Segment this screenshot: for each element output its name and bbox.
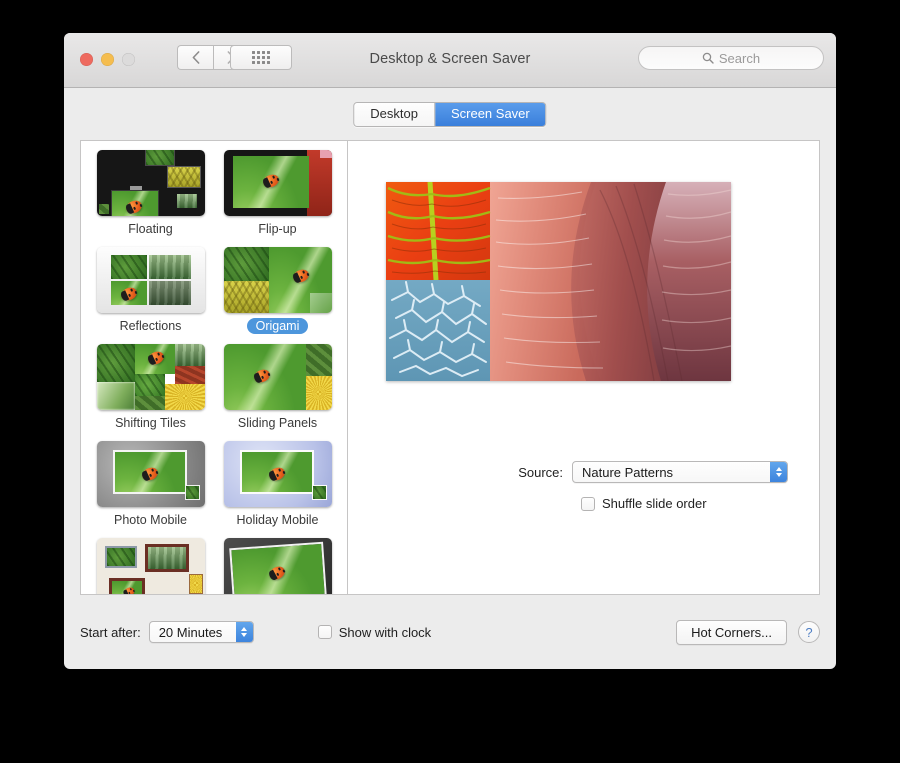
stepper-icon[interactable] bbox=[770, 462, 787, 482]
saver-label: Reflections bbox=[119, 319, 182, 333]
shuffle-row: Shuffle slide order bbox=[348, 496, 819, 511]
saver-thumbnail bbox=[96, 538, 205, 594]
saver-thumbnail bbox=[223, 441, 332, 507]
show-clock-group: Show with clock bbox=[317, 624, 432, 640]
tab-bar: Desktop Screen Saver bbox=[64, 88, 836, 135]
saver-item-holiday-mobile[interactable]: Holiday Mobile bbox=[214, 441, 341, 528]
saver-thumbnail bbox=[223, 150, 332, 216]
source-row: Source: Nature Patterns bbox=[348, 461, 819, 483]
saver-thumbnail bbox=[96, 441, 205, 507]
saver-thumbnail bbox=[96, 344, 205, 410]
saver-item-floating[interactable]: Floating bbox=[87, 150, 214, 237]
saver-thumbnail bbox=[223, 538, 332, 594]
source-value: Nature Patterns bbox=[582, 464, 674, 480]
search-field[interactable]: Search bbox=[638, 46, 824, 70]
screen-saver-list[interactable]: Floating Flip-up Reflections Origami Shi… bbox=[81, 141, 348, 594]
source-popup-button[interactable]: Nature Patterns bbox=[572, 461, 788, 483]
saver-item-sliding-panels[interactable]: Sliding Panels bbox=[214, 344, 341, 431]
saver-thumbnail bbox=[223, 247, 332, 313]
shuffle-checkbox[interactable] bbox=[581, 496, 595, 511]
search-icon bbox=[702, 52, 714, 64]
saver-label: Floating bbox=[128, 222, 173, 236]
hot-corners-button[interactable]: Hot Corners... bbox=[676, 619, 787, 645]
saver-thumbnail bbox=[96, 247, 205, 313]
tab-desktop[interactable]: Desktop bbox=[354, 103, 434, 126]
start-after-label: Start after: bbox=[80, 624, 141, 640]
window-titlebar: Desktop & Screen Saver Search bbox=[64, 33, 836, 88]
saver-item-shifting-tiles[interactable]: Shifting Tiles bbox=[87, 344, 214, 431]
preview-artwork bbox=[386, 182, 731, 381]
saver-label: Sliding Panels bbox=[237, 416, 318, 430]
saver-item-photo-wall[interactable] bbox=[87, 538, 214, 594]
saver-item-reflections[interactable]: Reflections bbox=[87, 247, 214, 334]
shuffle-label: Shuffle slide order bbox=[602, 496, 707, 511]
saver-thumbnail bbox=[223, 344, 332, 410]
search-placeholder: Search bbox=[718, 50, 761, 66]
saver-item-photo-mobile[interactable]: Photo Mobile bbox=[87, 441, 214, 528]
main-panel: Floating Flip-up Reflections Origami Shi… bbox=[80, 140, 820, 595]
stepper-icon[interactable] bbox=[235, 622, 253, 642]
show-clock-label: Show with clock bbox=[338, 624, 432, 640]
bottom-bar: Start after: 20 Minutes Show with clock … bbox=[64, 595, 836, 669]
saver-label: Origami bbox=[246, 318, 309, 334]
saver-thumbnail bbox=[96, 150, 205, 216]
saver-item-flip-up[interactable]: Flip-up bbox=[214, 150, 341, 237]
origami-preview bbox=[386, 182, 731, 381]
system-preferences-window: Desktop & Screen Saver Search Desktop Sc… bbox=[64, 33, 836, 669]
preview-side: Source: Nature Patterns Shuffle slide or… bbox=[348, 141, 819, 594]
saver-item-origami[interactable]: Origami bbox=[214, 247, 341, 334]
help-button[interactable]: ? bbox=[798, 621, 820, 643]
saver-label: Flip-up bbox=[258, 222, 297, 236]
show-clock-checkbox[interactable] bbox=[317, 625, 332, 639]
start-after-popup-button[interactable]: 20 Minutes bbox=[148, 621, 254, 643]
tab-screen-saver[interactable]: Screen Saver bbox=[433, 103, 546, 126]
saver-label: Shifting Tiles bbox=[115, 416, 186, 430]
saver-label: Photo Mobile bbox=[114, 513, 187, 527]
source-label: Source: bbox=[518, 464, 563, 480]
saver-item-vintage-prints[interactable] bbox=[214, 538, 341, 594]
start-after-value: 20 Minutes bbox=[158, 624, 223, 640]
saver-label: Holiday Mobile bbox=[236, 513, 319, 527]
